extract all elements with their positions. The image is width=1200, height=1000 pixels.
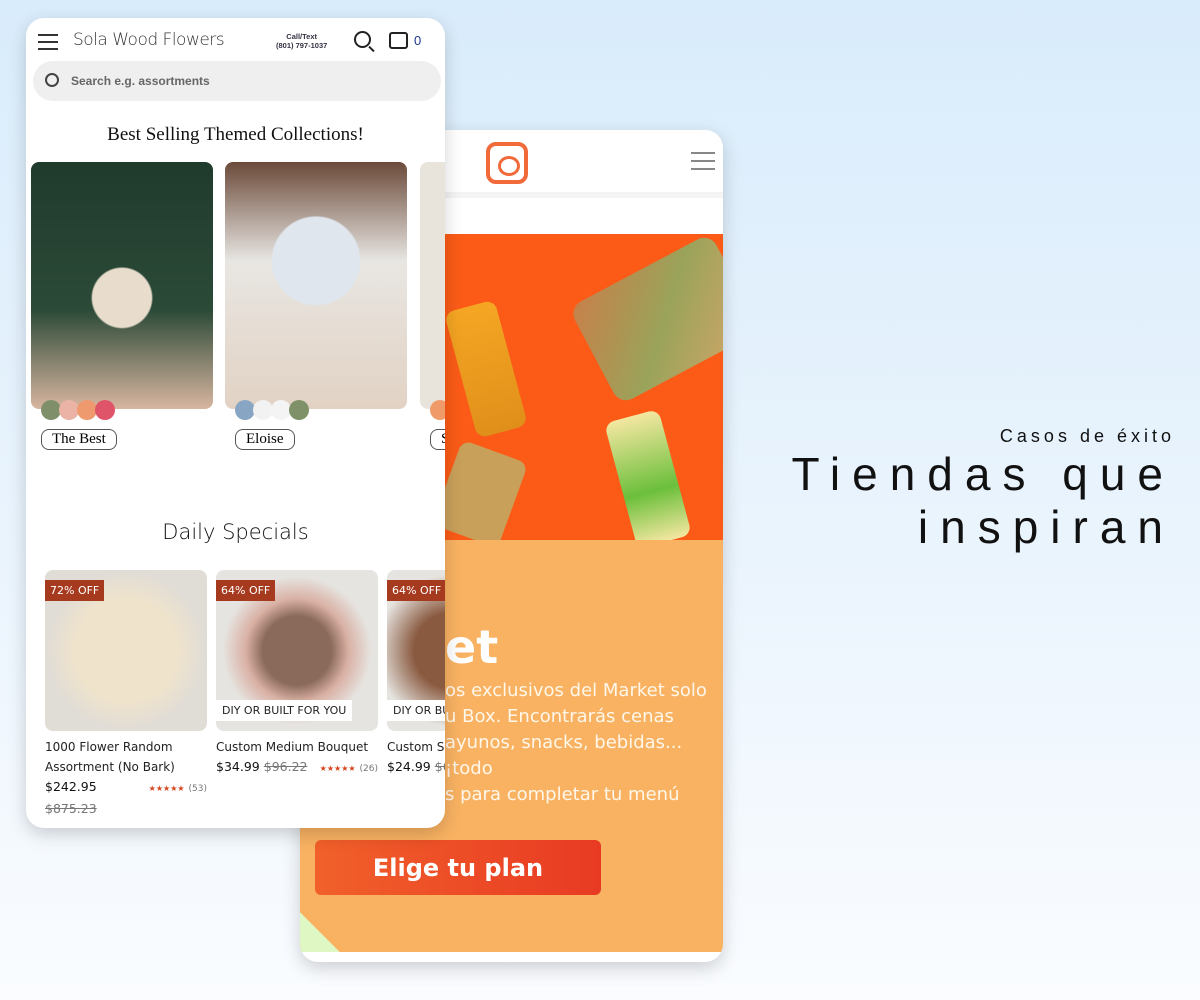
product-name[interactable]: Custom Sm — [387, 737, 445, 757]
search-icon[interactable] — [354, 31, 371, 48]
product-card[interactable]: 64% OFF DIY OR BUILT FOR YOU Custom Sm $2… — [387, 570, 445, 777]
headline-line-2: inspiran — [917, 501, 1175, 553]
collection-card[interactable]: Eloise — [225, 162, 407, 450]
search-icon — [45, 73, 59, 87]
review-count: (53) — [188, 784, 207, 794]
collection-card[interactable]: The Best — [31, 162, 213, 450]
product-image: 72% OFF — [45, 570, 207, 731]
corner-decoration — [300, 912, 340, 952]
discount-badge: 72% OFF — [45, 580, 105, 601]
desc-line: u Box. Encontrarás cenas — [445, 706, 674, 727]
product-name[interactable]: Custom Medium Bouquet — [216, 737, 378, 757]
discount-badge: 64% OFF — [216, 580, 276, 601]
collection-image — [31, 162, 213, 409]
desc-line: ayunos, snacks, bebidas... ¡todo — [445, 732, 683, 779]
hamburger-menu-icon[interactable] — [691, 152, 715, 176]
desc-line: os exclusivos del Market solo — [445, 680, 707, 701]
collections-title: Best Selling Themed Collections! — [107, 124, 364, 145]
cart-count: 0 — [414, 33, 422, 48]
headline: Tiendas que inspiran — [792, 448, 1175, 554]
choose-plan-button[interactable]: Elige tu plan — [315, 840, 601, 895]
juice-bottle-image — [444, 299, 528, 439]
diy-label: DIY OR BUILT FOR YOU — [216, 700, 353, 721]
product-price: $34.99 — [216, 759, 260, 774]
call-text[interactable]: Call/Text (801) 797-1037 — [276, 32, 327, 50]
kombucha-bottle-image — [604, 408, 692, 540]
rating-stars: ★★★★★ — [319, 764, 356, 773]
color-swatch[interactable] — [271, 400, 291, 420]
collection-button[interactable]: Eloise — [235, 429, 295, 450]
food-box-image — [568, 234, 723, 406]
collection-button[interactable]: The Best — [41, 429, 117, 450]
headline-line-1: Tiendas que — [791, 448, 1175, 500]
phone-number: (801) 797-1037 — [276, 41, 328, 50]
color-swatch[interactable] — [430, 400, 445, 420]
desc-line: s para completar tu menú — [445, 784, 680, 805]
search-input[interactable]: Search e.g. assortments — [33, 61, 441, 101]
product-price: $24.99 — [387, 759, 431, 774]
color-swatch[interactable] — [289, 400, 309, 420]
product-card[interactable]: 64% OFF DIY OR BUILT FOR YOU Custom Mediu… — [216, 570, 378, 779]
collection-image — [225, 162, 407, 409]
cart-icon[interactable] — [389, 32, 408, 49]
diy-label: DIY OR BUILT FOR YOU — [387, 700, 445, 721]
collection-button[interactable]: S — [430, 429, 445, 450]
rating-stars: ★★★★★ — [148, 784, 185, 793]
collection-card[interactable]: S — [420, 162, 445, 450]
product-card[interactable]: 72% OFF 1000 Flower Random Assortment (N… — [45, 570, 207, 819]
color-swatch[interactable] — [77, 400, 97, 420]
product-image: 64% OFF DIY OR BUILT FOR YOU — [216, 570, 378, 731]
promo-title: et — [445, 620, 499, 674]
product-price: $242.95 — [45, 779, 97, 794]
original-price: $6 — [434, 759, 445, 774]
product-image: 64% OFF DIY OR BUILT FOR YOU — [387, 570, 445, 731]
color-swatch[interactable] — [95, 400, 115, 420]
brand-logo[interactable]: Sola Wood Flowers — [73, 30, 225, 50]
original-price: $96.22 — [263, 759, 308, 774]
hamburger-menu-icon[interactable] — [38, 34, 58, 55]
original-price: $875.23 — [45, 801, 97, 816]
color-swatch[interactable] — [59, 400, 79, 420]
color-swatch[interactable] — [235, 400, 255, 420]
product-name[interactable]: 1000 Flower Random Assortment (No Bark) — [45, 737, 207, 777]
color-swatch[interactable] — [41, 400, 61, 420]
review-count: (26) — [359, 764, 378, 774]
daily-specials-title: Daily Specials — [162, 520, 309, 544]
snack-pack-image — [431, 439, 529, 540]
promo-description: os exclusivos del Market solo u Box. Enc… — [445, 678, 723, 808]
collection-image — [420, 162, 445, 409]
color-swatch[interactable] — [253, 400, 273, 420]
kicker-text: Casos de éxito — [999, 426, 1175, 446]
call-label: Call/Text — [286, 32, 317, 41]
discount-badge: 64% OFF — [387, 580, 445, 601]
front-phone-screenshot: Sola Wood Flowers Call/Text (801) 797-103… — [26, 18, 445, 828]
store-logo-icon[interactable] — [486, 142, 528, 184]
search-placeholder: Search e.g. assortments — [71, 74, 210, 88]
